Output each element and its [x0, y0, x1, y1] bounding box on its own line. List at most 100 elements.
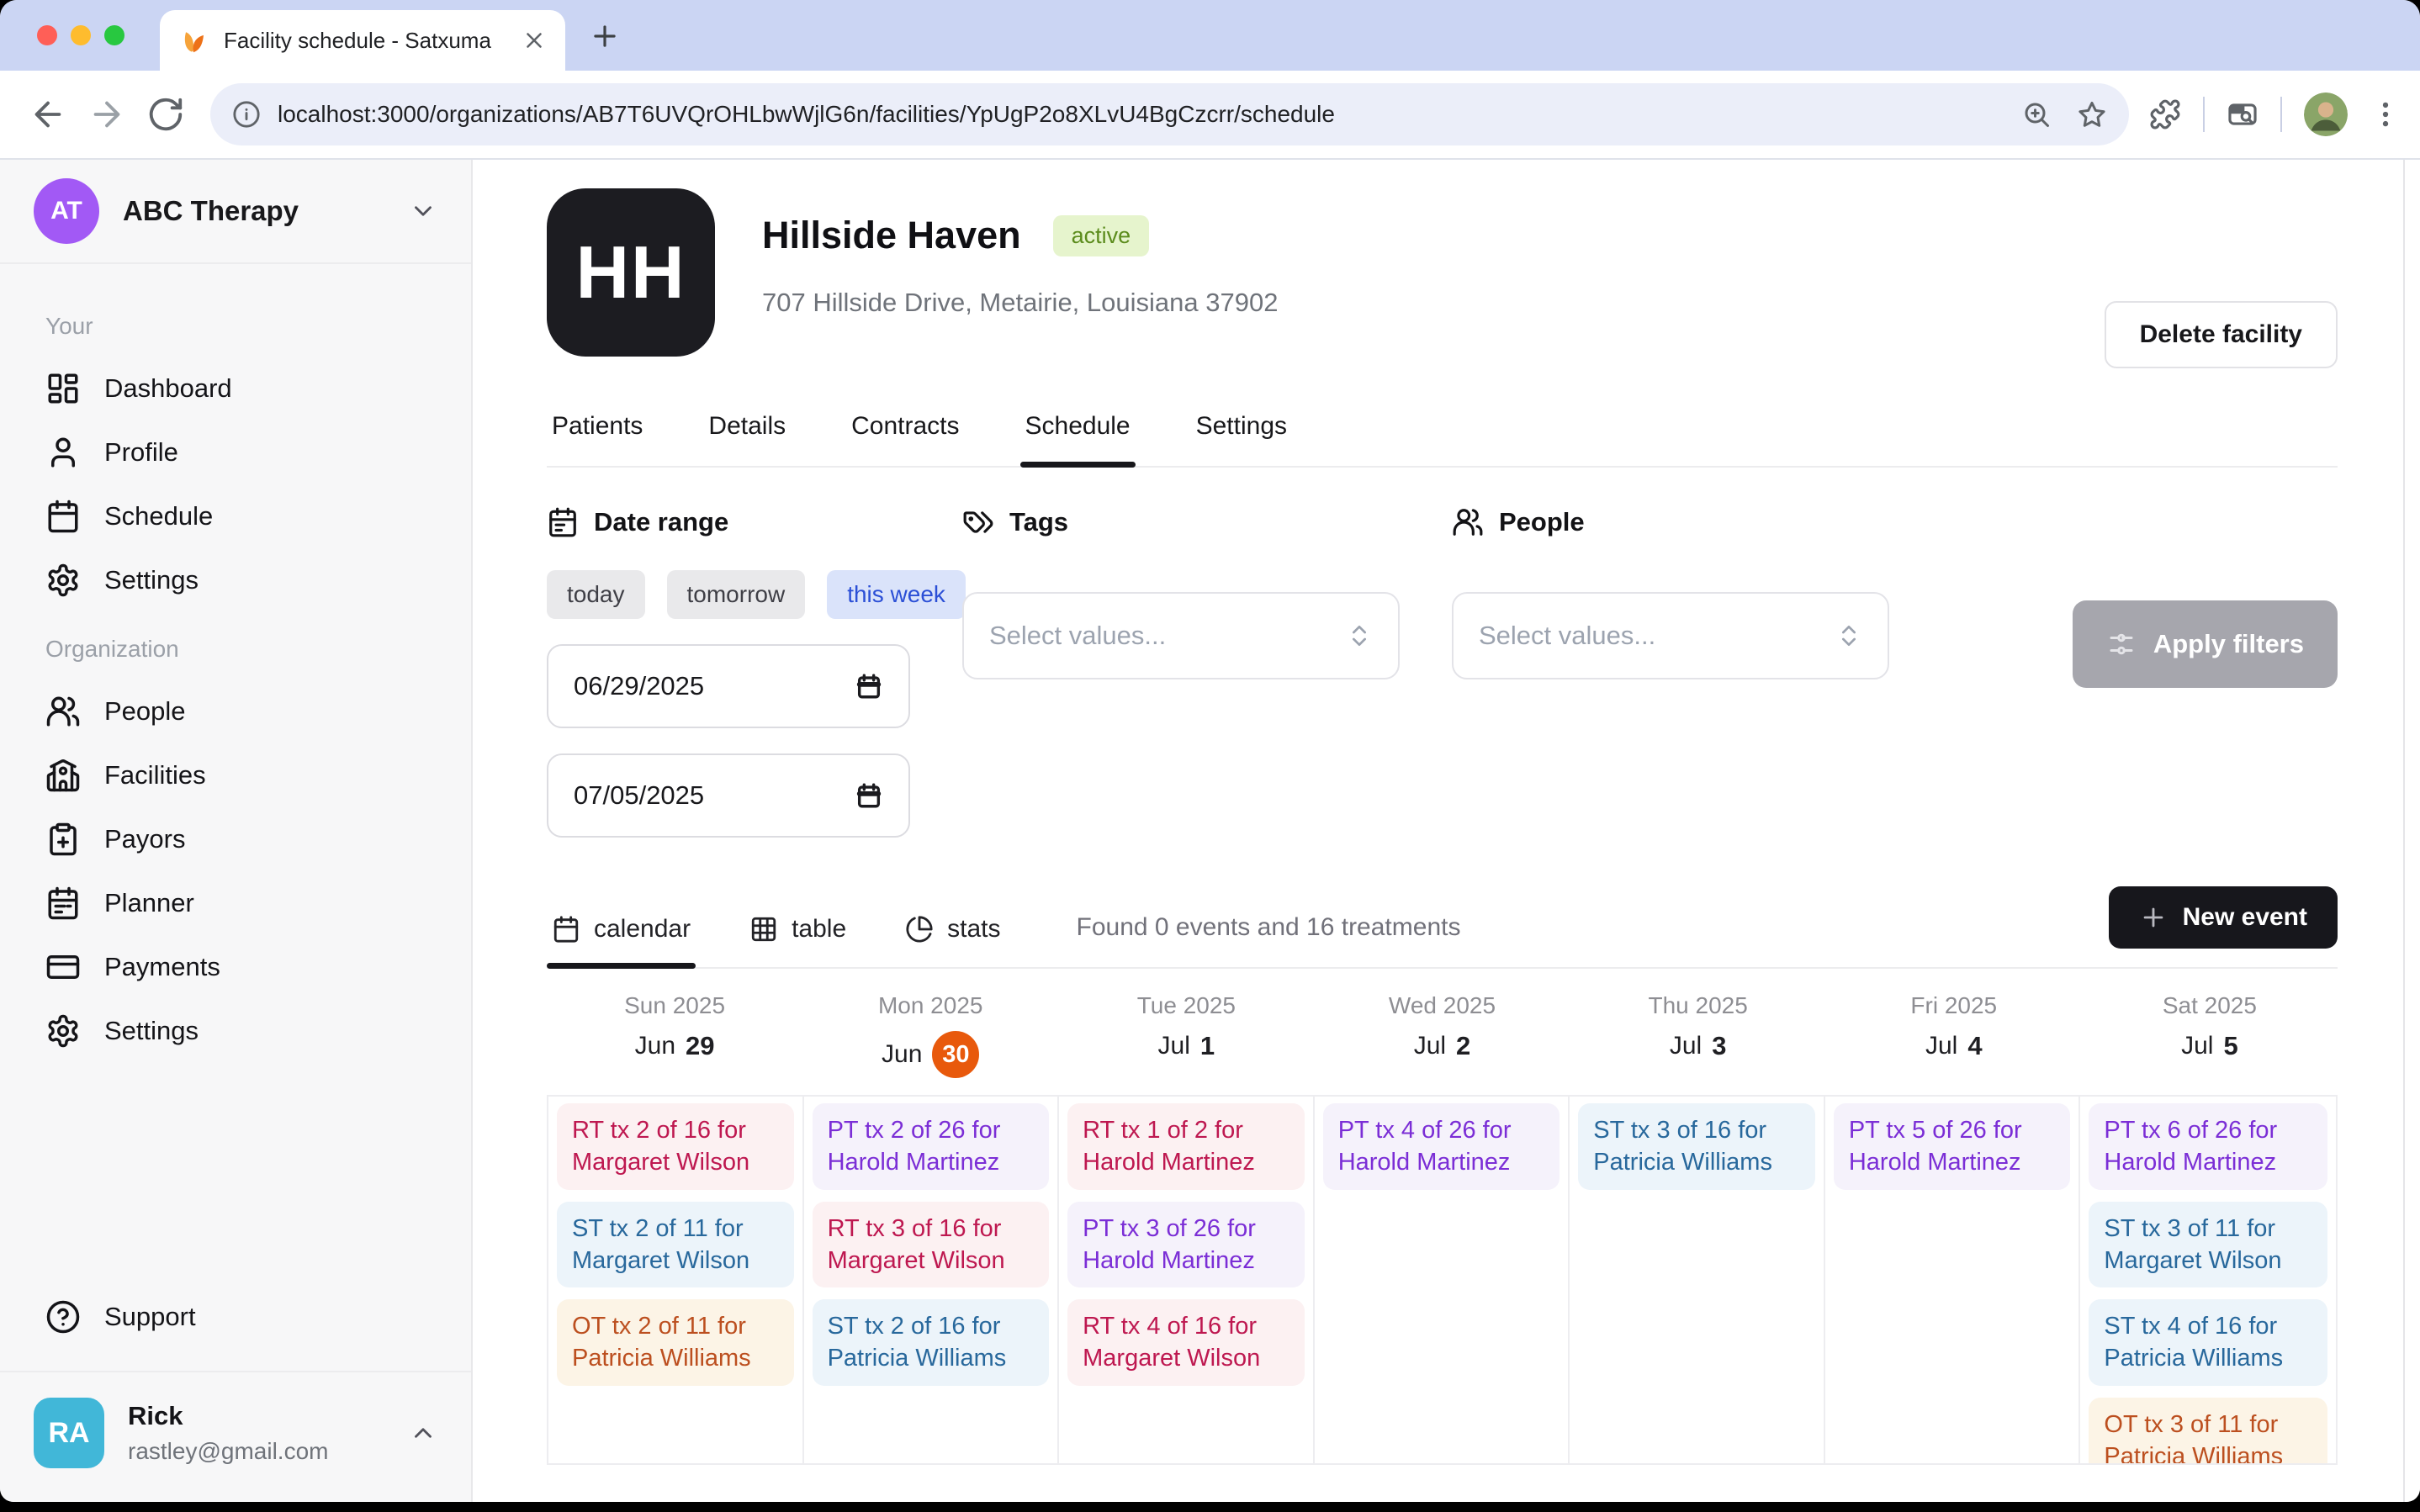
treatment-event[interactable]: RT tx 2 of 16 for Margaret Wilson — [557, 1103, 794, 1190]
clipboard-plus-icon — [45, 822, 81, 857]
treatment-event[interactable]: ST tx 4 of 16 for Patricia Williams — [2089, 1299, 2327, 1386]
day-column-sun[interactable]: RT tx 2 of 16 for Margaret Wilson ST tx … — [548, 1097, 804, 1463]
treatment-event[interactable]: PT tx 3 of 26 for Harold Martinez — [1067, 1202, 1305, 1288]
browser-menu-kebab-icon[interactable] — [2370, 98, 2401, 130]
close-window-button[interactable] — [37, 25, 57, 45]
sidebar-item-facilities[interactable]: Facilities — [34, 743, 437, 807]
page-title: Hillside Haven — [762, 214, 1021, 257]
facility-header: HH Hillside Haven active 707 Hillside Dr… — [547, 188, 2338, 357]
day-column-fri[interactable]: PT tx 5 of 26 for Harold Martinez — [1825, 1097, 2081, 1463]
tab-search-icon[interactable] — [2227, 98, 2258, 130]
view-tab-stats[interactable]: stats — [900, 915, 1005, 967]
day-column-mon[interactable]: PT tx 2 of 26 for Harold Martinez RT tx … — [804, 1097, 1060, 1463]
day-number: 1 — [1200, 1031, 1215, 1061]
browser-profile-avatar[interactable] — [2304, 93, 2348, 136]
preset-today[interactable]: today — [547, 570, 645, 619]
calendar-icon — [45, 499, 81, 534]
tags-select[interactable]: Select values... — [962, 592, 1400, 679]
sidebar-item-settings[interactable]: Settings — [34, 548, 437, 612]
calendar-picker-icon[interactable] — [855, 672, 883, 700]
page-scrollbar[interactable] — [2403, 160, 2420, 1502]
apply-filters-button[interactable]: Apply filters — [2073, 600, 2338, 688]
close-tab-icon[interactable] — [522, 28, 547, 53]
org-switcher[interactable]: AT ABC Therapy — [0, 160, 471, 262]
day-header: Mon 2025 Jun30 — [802, 992, 1058, 1078]
tab-contracts[interactable]: Contracts — [846, 400, 964, 466]
sidebar-item-payments[interactable]: Payments — [34, 935, 437, 999]
treatment-event[interactable]: PT tx 5 of 26 for Harold Martinez — [1834, 1103, 2071, 1190]
new-tab-button[interactable] — [589, 20, 621, 52]
back-button[interactable] — [29, 95, 67, 134]
tab-details[interactable]: Details — [703, 400, 791, 466]
plus-icon — [2139, 903, 2168, 932]
treatment-event[interactable]: ST tx 3 of 11 for Margaret Wilson — [2089, 1202, 2327, 1288]
browser-tab[interactable]: Facility schedule - Satxuma — [160, 10, 565, 71]
main-panel: HH Hillside Haven active 707 Hillside Dr… — [473, 160, 2403, 1502]
treatment-event[interactable]: PT tx 6 of 26 for Harold Martinez — [2089, 1103, 2327, 1190]
zoom-page-icon[interactable] — [2021, 99, 2052, 130]
section-label-organization: Organization — [45, 636, 437, 663]
user-menu[interactable]: RA Rick rastley@gmail.com — [0, 1372, 471, 1502]
people-select[interactable]: Select values... — [1452, 592, 1889, 679]
minimize-window-button[interactable] — [71, 25, 91, 45]
calendar-icon — [552, 915, 580, 944]
people-icon — [45, 694, 81, 729]
sidebar-item-payors[interactable]: Payors — [34, 807, 437, 871]
org-avatar: AT — [34, 178, 99, 244]
tab-schedule[interactable]: Schedule — [1020, 400, 1136, 466]
treatment-event[interactable]: OT tx 2 of 11 for Patricia Williams — [557, 1299, 794, 1386]
treatment-event[interactable]: ST tx 2 of 11 for Margaret Wilson — [557, 1202, 794, 1288]
site-info-icon[interactable] — [232, 100, 261, 129]
sidebar-item-label: Schedule — [104, 501, 213, 531]
treatment-event[interactable]: PT tx 4 of 26 for Harold Martinez — [1323, 1103, 1560, 1190]
treatment-event[interactable]: RT tx 1 of 2 for Harold Martinez — [1067, 1103, 1305, 1190]
tab-settings[interactable]: Settings — [1191, 400, 1292, 466]
sidebar-item-org-settings[interactable]: Settings — [34, 999, 437, 1063]
sidebar-item-people[interactable]: People — [34, 679, 437, 743]
preset-this-week[interactable]: this week — [827, 570, 966, 619]
sidebar-item-label: Dashboard — [104, 373, 232, 404]
sliders-icon — [2106, 629, 2137, 659]
sidebar-bottom: Support — [34, 1285, 437, 1371]
toolbar-right-cluster — [2149, 93, 2401, 136]
pie-chart-icon — [905, 915, 934, 944]
extensions-puzzle-icon[interactable] — [2149, 98, 2181, 130]
calendar-grid: RT tx 2 of 16 for Margaret Wilson ST tx … — [547, 1095, 2338, 1465]
treatment-event[interactable]: RT tx 3 of 16 for Margaret Wilson — [813, 1202, 1050, 1288]
sidebar-item-planner[interactable]: Planner — [34, 871, 437, 935]
view-tab-table[interactable]: table — [744, 915, 851, 967]
sidebar-item-profile[interactable]: Profile — [34, 420, 437, 484]
preset-tomorrow[interactable]: tomorrow — [667, 570, 806, 619]
end-date-value: 07/05/2025 — [574, 780, 855, 811]
sidebar-item-label: People — [104, 696, 186, 727]
zoom-window-button[interactable] — [104, 25, 124, 45]
sidebar-item-dashboard[interactable]: Dashboard — [34, 357, 437, 420]
treatment-event[interactable]: PT tx 2 of 26 for Harold Martinez — [813, 1103, 1050, 1190]
reload-button[interactable] — [146, 95, 185, 134]
filters-panel: Date range today tomorrow this week 06/2… — [547, 506, 2338, 838]
day-number: 29 — [686, 1031, 714, 1061]
bookmark-star-icon[interactable] — [2077, 99, 2107, 130]
treatment-event[interactable]: RT tx 4 of 16 for Margaret Wilson — [1067, 1299, 1305, 1386]
day-column-tue[interactable]: RT tx 1 of 2 for Harold Martinez PT tx 3… — [1059, 1097, 1315, 1463]
calendar-picker-icon[interactable] — [855, 781, 883, 810]
treatment-event[interactable]: OT tx 3 of 11 for Patricia Williams — [2089, 1398, 2327, 1463]
start-date-input[interactable]: 06/29/2025 — [547, 644, 910, 728]
forward-button[interactable] — [87, 95, 126, 134]
new-event-button[interactable]: New event — [2109, 886, 2338, 949]
treatment-event[interactable]: ST tx 2 of 16 for Patricia Williams — [813, 1299, 1050, 1386]
view-tab-calendar[interactable]: calendar — [547, 915, 696, 967]
tab-patients[interactable]: Patients — [547, 400, 648, 466]
delete-facility-button[interactable]: Delete facility — [2105, 301, 2338, 368]
day-header: Tue 2025 Jul1 — [1058, 992, 1314, 1078]
url-text[interactable]: localhost:3000/organizations/AB7T6UVQrOH… — [278, 101, 1996, 128]
sidebar-item-support[interactable]: Support — [34, 1285, 437, 1349]
end-date-input[interactable]: 07/05/2025 — [547, 753, 910, 838]
sidebar-item-schedule[interactable]: Schedule — [34, 484, 437, 548]
day-column-thu[interactable]: ST tx 3 of 16 for Patricia Williams — [1570, 1097, 1825, 1463]
day-column-sat[interactable]: PT tx 6 of 26 for Harold Martinez ST tx … — [2080, 1097, 2336, 1463]
day-column-wed[interactable]: PT tx 4 of 26 for Harold Martinez — [1315, 1097, 1570, 1463]
url-bar[interactable]: localhost:3000/organizations/AB7T6UVQrOH… — [210, 83, 2129, 145]
treatment-event[interactable]: ST tx 3 of 16 for Patricia Williams — [1578, 1103, 1815, 1190]
chevron-up-icon — [409, 1419, 437, 1447]
